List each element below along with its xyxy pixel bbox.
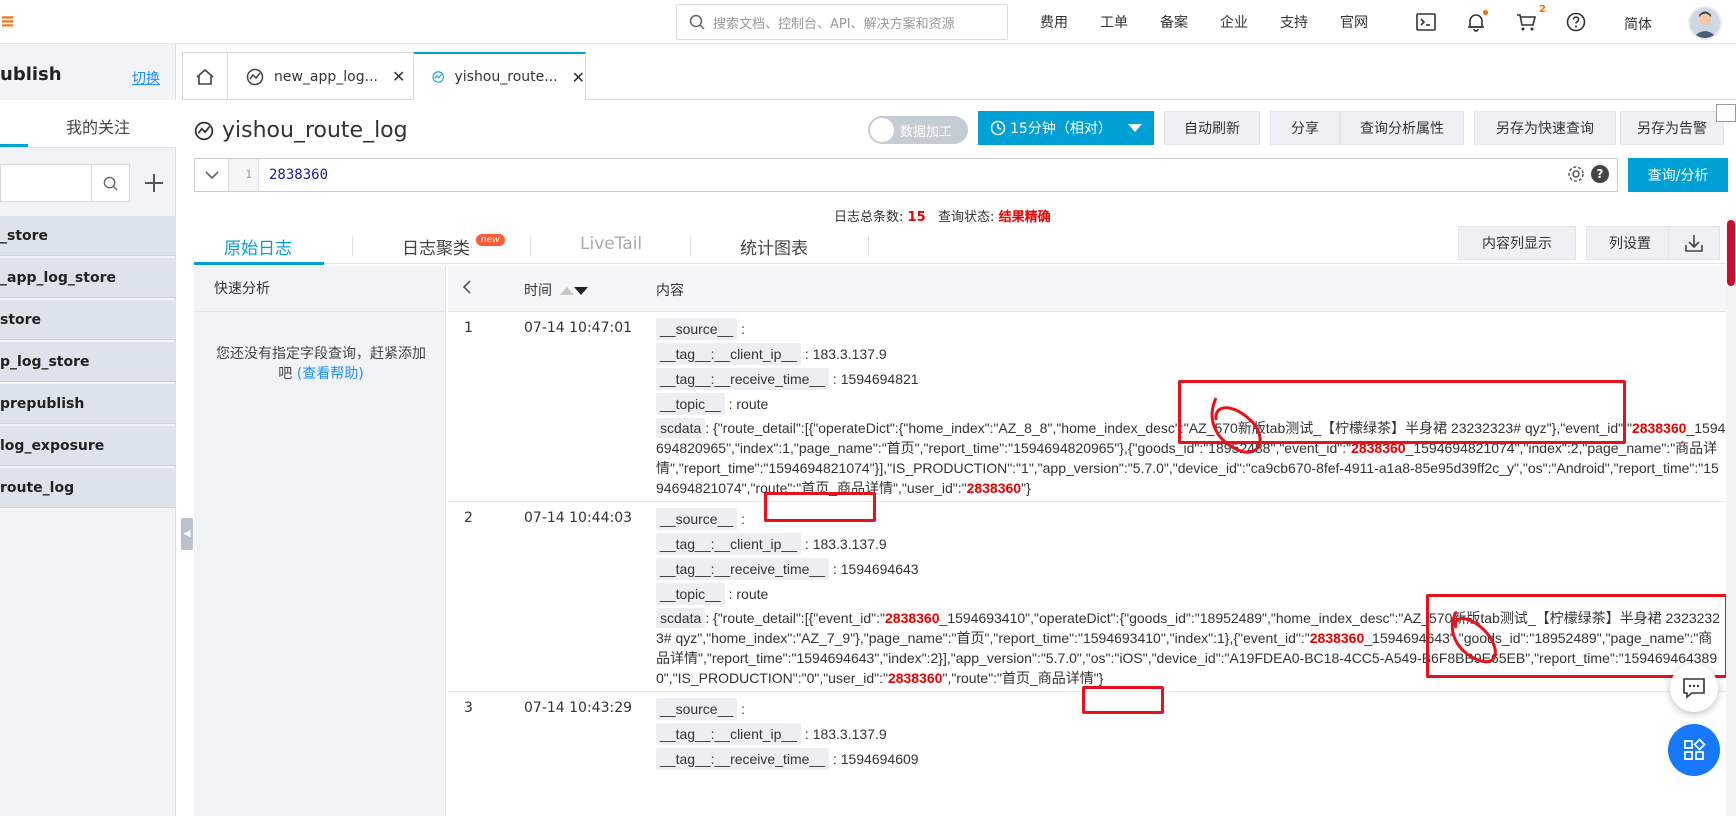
scrollbar-thumb[interactable] xyxy=(1727,220,1735,286)
apps-grid-icon xyxy=(1684,738,1706,760)
chat-icon xyxy=(1683,678,1705,699)
annotation-scribbles xyxy=(1210,397,1497,664)
apps-button[interactable] xyxy=(1668,724,1720,776)
chat-button[interactable] xyxy=(1670,664,1718,712)
page-scrollbar[interactable] xyxy=(1726,216,1736,816)
